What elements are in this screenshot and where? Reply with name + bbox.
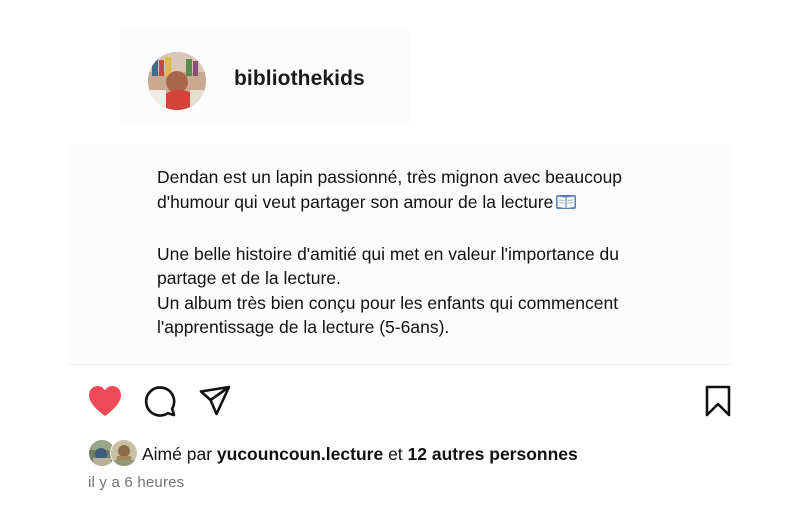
like-button[interactable] bbox=[86, 383, 124, 419]
liker-avatars[interactable] bbox=[88, 439, 138, 467]
caption-line: Dendan est un lapin passionné, très mign… bbox=[157, 167, 623, 187]
caption-line: Une belle histoire d'amitié qui met en v… bbox=[157, 243, 619, 264]
open-book-icon bbox=[555, 193, 577, 218]
post-screenshot: bibliothekids Dendan est un lapin passio… bbox=[0, 0, 800, 531]
bookmark-icon bbox=[705, 385, 731, 417]
caption-line: Un album très bien conçu pour les enfant… bbox=[157, 292, 619, 313]
post-timestamp[interactable]: il y a 6 heures bbox=[88, 474, 184, 491]
caption-paragraph-gap bbox=[157, 217, 727, 242]
avatar bbox=[110, 439, 138, 467]
likes-prefix: Aimé par bbox=[142, 444, 213, 464]
likes-connector: et bbox=[388, 444, 403, 464]
heart-icon bbox=[89, 386, 121, 416]
avatar-image bbox=[148, 52, 206, 110]
share-button[interactable] bbox=[197, 383, 233, 419]
username[interactable]: bibliothekids bbox=[234, 67, 365, 91]
post-caption: Dendan est un lapin passionné, très mign… bbox=[157, 165, 727, 340]
comment-icon bbox=[144, 386, 176, 417]
likes-summary: Aimé par yucouncoun.lecture et 12 autres… bbox=[142, 444, 578, 465]
comment-button[interactable] bbox=[142, 383, 178, 419]
profile-avatar[interactable] bbox=[148, 52, 206, 110]
caption-line: d'humour qui veut partager son amour de … bbox=[157, 190, 727, 218]
caption-line: l'apprentissage de la lecture (5-6ans). bbox=[157, 317, 450, 337]
liker-username-link[interactable]: yucouncoun.lecture bbox=[217, 444, 383, 464]
divider bbox=[68, 364, 732, 365]
share-icon bbox=[199, 385, 231, 416]
other-likers-link[interactable]: 12 autres personnes bbox=[408, 444, 578, 464]
caption-line-text: d'humour qui veut partager son amour de … bbox=[157, 191, 554, 212]
save-button[interactable] bbox=[701, 383, 735, 419]
caption-line: partage et de la lecture. bbox=[157, 268, 341, 288]
